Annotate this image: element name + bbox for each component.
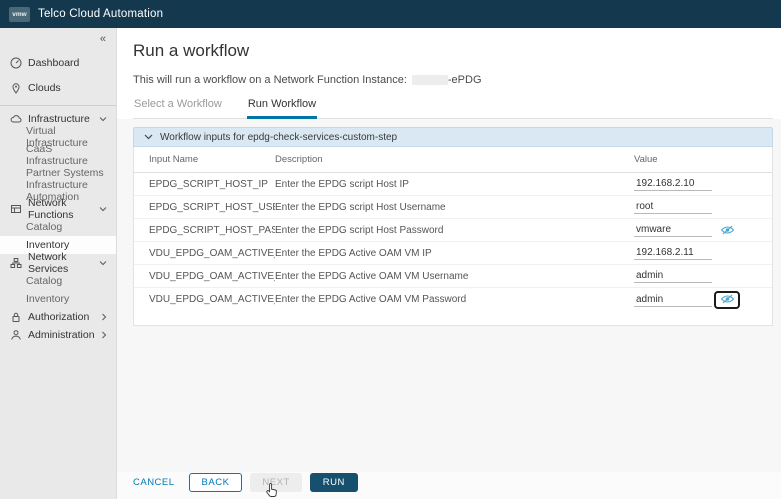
table-row: EPDG_SCRIPT_HOST_PASSWORD Enter the EPDG… bbox=[134, 219, 772, 242]
lock-icon bbox=[10, 311, 22, 323]
accordion-header[interactable]: Workflow inputs for epdg-check-services-… bbox=[133, 127, 773, 147]
workflow-inputs-panel: Input Name Description Value EPDG_SCRIPT… bbox=[133, 147, 773, 326]
next-button[interactable]: NEXT bbox=[250, 473, 302, 492]
chevron-down-icon bbox=[144, 132, 153, 143]
value-input-vdu-epdg-oam-active-ip[interactable] bbox=[634, 246, 712, 260]
input-description: Enter the EPDG script Host IP bbox=[275, 178, 409, 190]
eye-slash-icon bbox=[720, 223, 735, 238]
sidebar-item-caas-infrastructure[interactable]: CaaS Infrastructure bbox=[0, 143, 116, 167]
sidebar-item-authorization[interactable]: Authorization bbox=[0, 308, 116, 326]
network-functions-icon bbox=[10, 203, 22, 215]
column-header-value: Value bbox=[634, 154, 658, 165]
password-visibility-toggle-focused[interactable] bbox=[714, 290, 740, 309]
chevron-right-icon bbox=[101, 313, 107, 321]
tab-select-a-workflow[interactable]: Select a Workflow bbox=[133, 95, 223, 118]
sidebar-item-nf-catalog[interactable]: Catalog bbox=[0, 218, 116, 236]
sidebar-item-label: Dashboard bbox=[28, 56, 80, 69]
main-content: Run a workflow This will run a workflow … bbox=[117, 28, 781, 499]
sidebar-item-label: Infrastructure bbox=[28, 113, 90, 125]
input-description: Enter the EPDG script Host Username bbox=[275, 201, 446, 213]
vmware-logo-text: vmw bbox=[12, 10, 27, 18]
sidebar-item-label: Authorization bbox=[28, 311, 90, 323]
input-name: EPDG_SCRIPT_HOST_IP bbox=[149, 178, 268, 190]
value-input-epdg-script-host-password[interactable] bbox=[634, 223, 712, 237]
app-title: Telco Cloud Automation bbox=[38, 8, 164, 20]
eye-slash-icon bbox=[720, 292, 735, 307]
accordion-title: Workflow inputs for epdg-check-services-… bbox=[160, 131, 398, 143]
input-name: EPDG_SCRIPT_HOST_USERNAME bbox=[149, 201, 275, 213]
sidebar-divider bbox=[0, 105, 116, 106]
collapse-icon: « bbox=[99, 33, 106, 45]
input-name: VDU_EPDG_OAM_ACTIVE_IP bbox=[149, 247, 275, 259]
sidebar-item-dashboard[interactable]: Dashboard bbox=[0, 50, 116, 75]
input-description: Enter the EPDG Active OAM VM Username bbox=[275, 270, 469, 282]
chevron-down-icon bbox=[99, 206, 107, 212]
back-button[interactable]: BACK bbox=[188, 473, 243, 492]
input-description: Enter the EPDG Active OAM VM Password bbox=[275, 294, 467, 305]
table-row: VDU_EPDG_OAM_ACTIVE_IP Enter the EPDG Ac… bbox=[134, 242, 772, 265]
dashboard-icon bbox=[10, 57, 22, 69]
sidebar-item-label: Administration bbox=[28, 329, 95, 341]
user-icon bbox=[10, 329, 22, 341]
chevron-right-icon bbox=[101, 331, 107, 339]
network-services-icon bbox=[10, 257, 22, 269]
table-row: VDU_EPDG_OAM_ACTIVE_PASSWORD Enter the E… bbox=[134, 288, 772, 311]
description-text: This will run a workflow on a Network Fu… bbox=[133, 74, 407, 86]
sidebar-item-label: Inventory bbox=[26, 293, 70, 305]
column-header-input-name: Input Name bbox=[149, 154, 199, 165]
workflow-tabs: Select a Workflow Run Workflow bbox=[133, 95, 773, 119]
table-row: VDU_EPDG_OAM_ACTIVE_USERNAME Enter the E… bbox=[134, 265, 772, 288]
sidebar-item-ns-inventory[interactable]: Inventory bbox=[0, 290, 116, 308]
tab-run-workflow[interactable]: Run Workflow bbox=[246, 95, 318, 119]
cloud-icon bbox=[10, 113, 22, 125]
input-description: Enter the EPDG Active OAM VM IP bbox=[275, 247, 432, 259]
app-header: vmw Telco Cloud Automation bbox=[0, 0, 781, 28]
value-input-vdu-epdg-oam-active-username[interactable] bbox=[634, 269, 712, 283]
page-description: This will run a workflow on a Network Fu… bbox=[133, 74, 773, 86]
instance-suffix: -ePDG bbox=[447, 74, 482, 86]
vmware-logo: vmw bbox=[9, 6, 30, 22]
content-header: Run a workflow This will run a workflow … bbox=[117, 28, 781, 119]
sidebar-item-label: Catalog bbox=[26, 221, 63, 233]
input-name: VDU_EPDG_OAM_ACTIVE_USERNAME bbox=[149, 270, 275, 282]
sidebar-item-label: Catalog bbox=[26, 275, 63, 287]
input-name: EPDG_SCRIPT_HOST_PASSWORD bbox=[149, 224, 275, 236]
sidebar-item-ns-catalog[interactable]: Catalog bbox=[0, 272, 116, 290]
instance-name-redacted bbox=[411, 75, 448, 85]
value-input-epdg-script-host-username[interactable] bbox=[634, 200, 712, 214]
input-description: Enter the EPDG script Host Password bbox=[275, 224, 444, 236]
sidebar-item-label: Inventory bbox=[26, 239, 70, 251]
wizard-footer: CANCEL BACK NEXT RUN bbox=[117, 472, 781, 499]
chevron-down-icon bbox=[99, 260, 107, 266]
sidebar-item-administration[interactable]: Administration bbox=[0, 326, 116, 344]
page-title: Run a workflow bbox=[133, 41, 250, 60]
run-button[interactable]: RUN bbox=[309, 473, 358, 492]
value-input-epdg-script-host-ip[interactable] bbox=[634, 177, 712, 191]
workflow-inputs-accordion: Workflow inputs for epdg-check-services-… bbox=[133, 127, 773, 326]
input-name: VDU_EPDG_OAM_ACTIVE_PASSWORD bbox=[149, 294, 275, 305]
sidebar-item-label: Partner Systems bbox=[26, 167, 104, 179]
table-row: EPDG_SCRIPT_HOST_USERNAME Enter the EPDG… bbox=[134, 196, 772, 219]
column-header-description: Description bbox=[275, 154, 323, 165]
sidebar-item-network-functions[interactable]: Network Functions bbox=[0, 197, 116, 221]
sidebar-item-label: Clouds bbox=[28, 81, 61, 94]
sidebar: « Dashboard Clouds Infrastructure Virtua… bbox=[0, 28, 117, 499]
cancel-button[interactable]: CANCEL bbox=[133, 473, 181, 492]
sidebar-collapse-button[interactable]: « bbox=[0, 28, 116, 50]
value-input-vdu-epdg-oam-active-password[interactable] bbox=[634, 292, 712, 307]
table-row: EPDG_SCRIPT_HOST_IP Enter the EPDG scrip… bbox=[134, 173, 772, 196]
sidebar-item-clouds[interactable]: Clouds bbox=[0, 75, 116, 100]
password-visibility-toggle[interactable] bbox=[716, 223, 738, 237]
sidebar-item-network-services[interactable]: Network Services bbox=[0, 251, 116, 275]
clouds-icon bbox=[10, 82, 22, 94]
table-header-row: Input Name Description Value bbox=[134, 147, 772, 173]
chevron-down-icon bbox=[99, 116, 107, 122]
